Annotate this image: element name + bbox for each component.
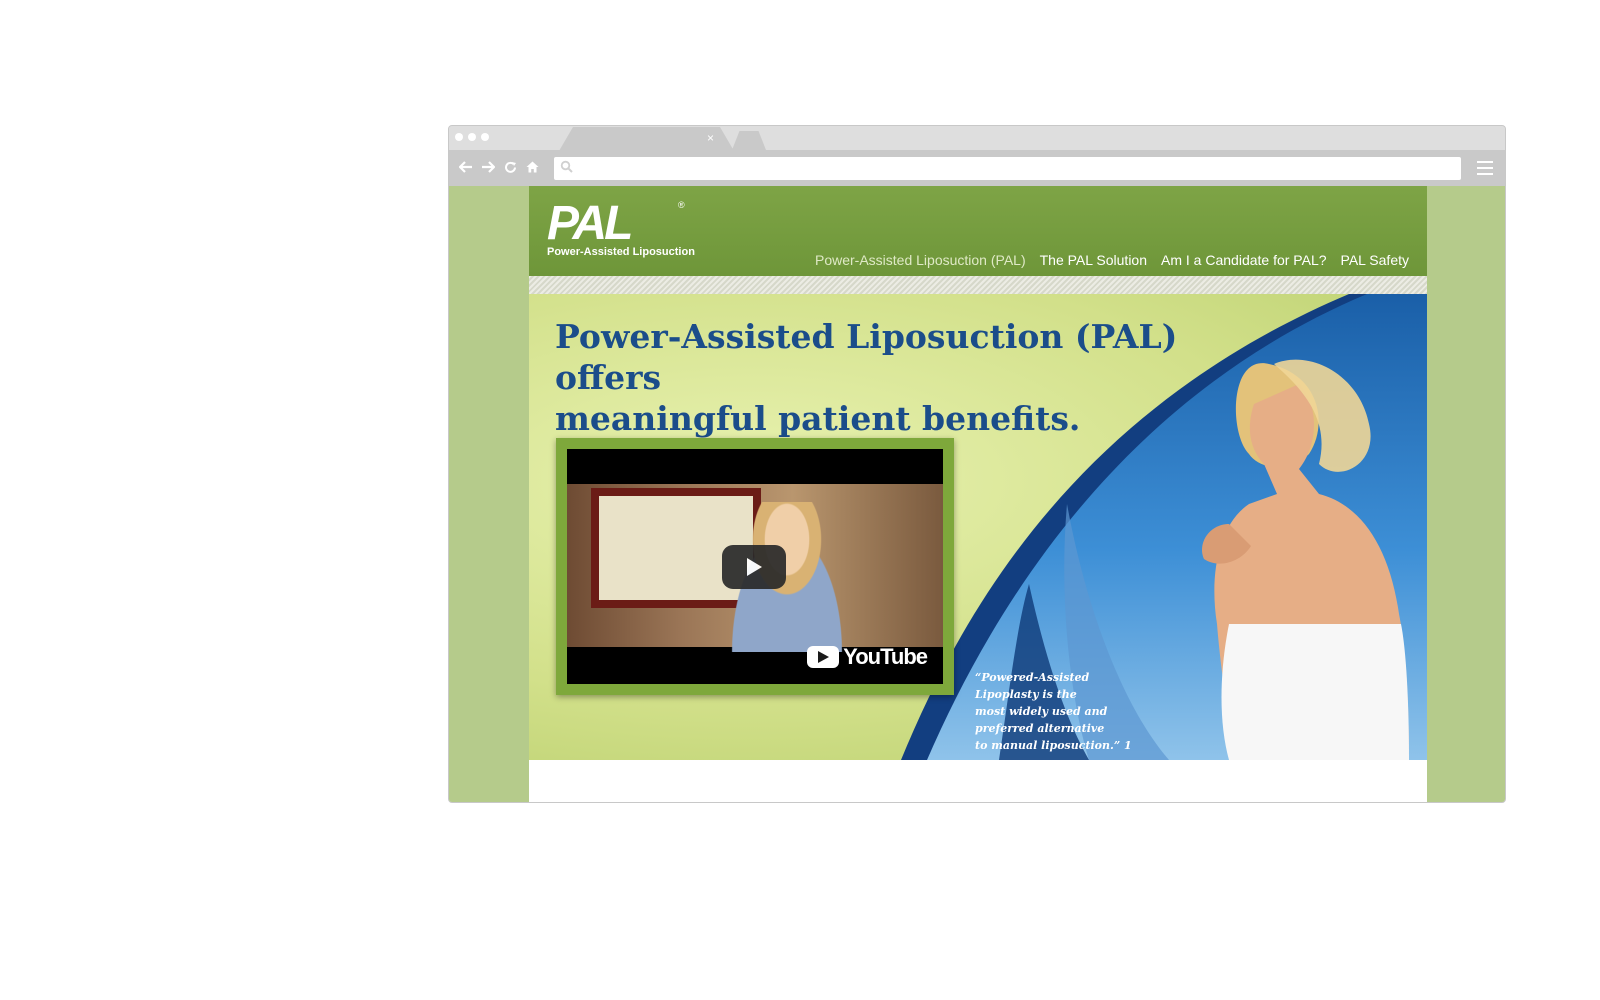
play-button[interactable]	[722, 545, 786, 589]
logo-tagline: Power-Assisted Liposuction	[547, 246, 695, 258]
forward-arrow-icon[interactable]	[479, 158, 497, 176]
pal-logo[interactable]: PAL ® Power-Assisted Liposuction	[547, 197, 695, 259]
nav-item-safety[interactable]: PAL Safety	[1341, 252, 1409, 268]
hero-banner: Power-Assisted Liposuction (PAL) offers …	[529, 294, 1427, 760]
close-window-dot[interactable]	[455, 133, 463, 141]
hero-quote: “Powered-Assisted Lipoplasty is the most…	[975, 669, 1135, 754]
registered-mark: ®	[678, 200, 685, 210]
reload-icon[interactable]	[501, 158, 519, 176]
youtube-video-player[interactable]: YouTube	[567, 449, 943, 684]
video-frame: YouTube	[556, 438, 954, 695]
address-bar[interactable]	[554, 157, 1461, 180]
back-arrow-icon[interactable]	[457, 158, 475, 176]
home-icon[interactable]	[523, 158, 541, 176]
new-tab-button[interactable]	[732, 131, 766, 150]
browser-titlebar: ×	[449, 126, 1505, 151]
hamburger-menu-icon[interactable]	[1477, 161, 1493, 175]
browser-toolbar	[449, 150, 1505, 186]
youtube-logo[interactable]: YouTube	[807, 644, 928, 670]
search-icon	[560, 160, 573, 173]
play-icon	[747, 558, 762, 576]
quote-line: Lipoplasty is the	[975, 688, 1077, 701]
tab-close-icon[interactable]: ×	[707, 131, 714, 145]
quote-line: preferred alternative	[975, 722, 1105, 735]
nav-item-pal-solution[interactable]: The PAL Solution	[1040, 252, 1147, 268]
quote-line: to manual liposuction.” 1	[975, 739, 1132, 752]
quote-line: most widely used and	[975, 705, 1108, 718]
browser-window: × PAL ® Power-Assisted Liposuction Power…	[448, 125, 1506, 803]
header-stripe-divider	[529, 276, 1427, 294]
window-controls	[455, 133, 489, 141]
website: PAL ® Power-Assisted Liposuction Power-A…	[529, 186, 1427, 802]
youtube-play-icon	[807, 646, 840, 668]
main-nav: Power-Assisted Liposuction (PAL) The PAL…	[815, 252, 1409, 268]
logo-mark: PAL	[547, 197, 633, 250]
hero-headline-line2: meaningful patient benefits.	[555, 399, 1081, 438]
hero-headline: Power-Assisted Liposuction (PAL) offers …	[555, 316, 1255, 439]
minimize-window-dot[interactable]	[468, 133, 476, 141]
page-viewport: PAL ® Power-Assisted Liposuction Power-A…	[449, 186, 1505, 802]
nav-item-candidate[interactable]: Am I a Candidate for PAL?	[1161, 252, 1327, 268]
maximize-window-dot[interactable]	[481, 133, 489, 141]
youtube-wordmark: YouTube	[843, 644, 928, 669]
site-header: PAL ® Power-Assisted Liposuction Power-A…	[529, 186, 1427, 276]
hero-headline-line1: Power-Assisted Liposuction (PAL) offers	[555, 317, 1178, 397]
nav-item-pal[interactable]: Power-Assisted Liposuction (PAL)	[815, 252, 1026, 268]
quote-line: “Powered-Assisted	[975, 671, 1090, 684]
